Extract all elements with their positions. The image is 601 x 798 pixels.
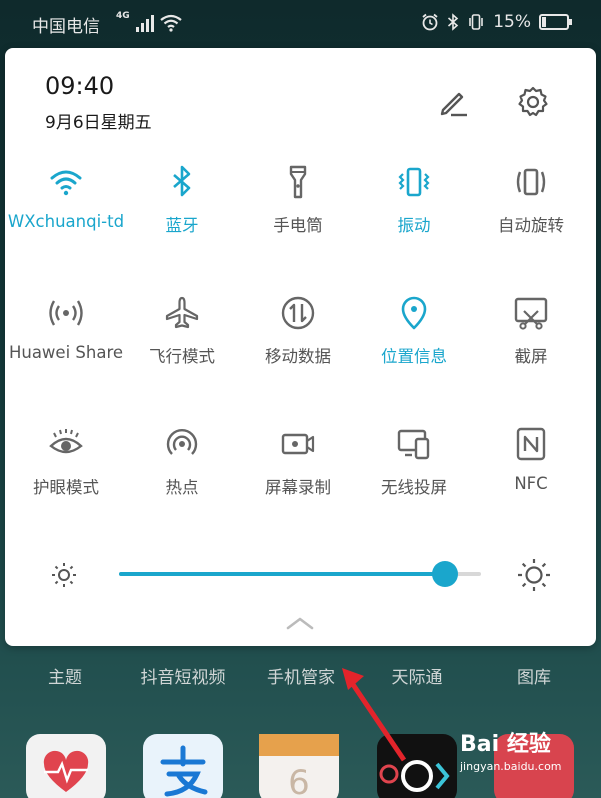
alipay-app-icon[interactable] bbox=[143, 734, 223, 798]
location-icon bbox=[401, 296, 427, 330]
status-right-group: 15% bbox=[421, 12, 572, 32]
airplane-icon bbox=[165, 296, 199, 329]
annotation-arrow-icon bbox=[342, 668, 407, 762]
battery-percent: 15% bbox=[493, 12, 531, 32]
calendar-app-icon[interactable]: 6 bbox=[259, 734, 339, 798]
tile-wifi[interactable]: WXchuanqi-td bbox=[7, 164, 125, 274]
tile-nfc[interactable]: NFC bbox=[472, 426, 590, 536]
brightness-high-icon bbox=[518, 559, 550, 591]
brightness-slider-fill bbox=[119, 572, 445, 576]
gear-icon bbox=[518, 86, 548, 117]
mobile-data-icon bbox=[281, 296, 315, 330]
wireless-projection-icon bbox=[397, 429, 430, 460]
tile-vibrate[interactable]: 振动 bbox=[355, 164, 473, 274]
battery-icon bbox=[539, 14, 572, 30]
tile-label: 无线投屏 bbox=[381, 478, 447, 497]
vibrate-status-icon bbox=[469, 14, 484, 30]
alarm-icon bbox=[422, 13, 438, 31]
home-app-label-theme[interactable]: 主题 bbox=[5, 663, 125, 688]
tile-mobile-data[interactable]: 移动数据 bbox=[239, 295, 357, 405]
network-type: 4G bbox=[116, 11, 130, 21]
brightness-low-icon bbox=[52, 563, 76, 587]
network-indicator: 4G bbox=[116, 12, 182, 32]
tile-flashlight[interactable]: 手电筒 bbox=[239, 164, 357, 274]
signal-icon bbox=[135, 14, 154, 32]
tile-hotspot[interactable]: 热点 bbox=[123, 426, 241, 536]
quick-settings-panel: 09:40 9月6日星期五 WXchuanqi-td 蓝牙 手电筒 振动 自动旋… bbox=[5, 48, 596, 646]
tile-label: 屏幕录制 bbox=[265, 478, 331, 497]
bluetooth-status-icon bbox=[448, 13, 459, 31]
carrier-name: 中国电信 bbox=[32, 17, 100, 37]
vibrate-icon bbox=[398, 167, 430, 197]
pencil-icon bbox=[440, 92, 467, 117]
screenshot-icon bbox=[514, 297, 548, 330]
tile-label: 护眼模式 bbox=[33, 478, 99, 497]
tile-eye-comfort[interactable]: 护眼模式 bbox=[7, 426, 125, 536]
clock-date: 9月6日星期五 bbox=[45, 113, 152, 133]
home-app-label-gallery[interactable]: 图库 bbox=[474, 663, 594, 688]
tile-airplane[interactable]: 飞行模式 bbox=[123, 295, 241, 405]
tile-label: 振动 bbox=[397, 216, 431, 235]
eye-icon bbox=[49, 429, 83, 454]
bluetooth-icon bbox=[173, 165, 191, 197]
tile-auto-rotate[interactable]: 自动旋转 bbox=[472, 164, 590, 274]
heart-icon bbox=[43, 750, 89, 792]
clock-time: 09:40 bbox=[45, 72, 115, 100]
tile-label: 飞行模式 bbox=[149, 347, 215, 366]
nfc-icon bbox=[516, 427, 546, 461]
tile-label: 手电筒 bbox=[273, 216, 323, 235]
home-app-label-douyin[interactable]: 抖音短视频 bbox=[123, 663, 243, 688]
tile-wireless-projection[interactable]: 无线投屏 bbox=[355, 426, 473, 536]
tile-location[interactable]: 位置信息 bbox=[355, 295, 473, 405]
status-bar: 中国电信 4G 15% bbox=[0, 0, 601, 48]
tile-label: NFC bbox=[514, 474, 548, 493]
calendar-icon: 6 bbox=[259, 734, 339, 798]
tile-screenshot[interactable]: 截屏 bbox=[472, 295, 590, 405]
tile-huawei-share[interactable]: Huawei Share bbox=[7, 295, 125, 405]
alipay-icon bbox=[160, 745, 208, 797]
flashlight-icon bbox=[289, 165, 307, 199]
health-app-icon[interactable] bbox=[26, 734, 106, 798]
screen-record-icon bbox=[281, 433, 315, 455]
brightness-slider-thumb[interactable] bbox=[431, 561, 458, 587]
tile-bluetooth[interactable]: 蓝牙 bbox=[123, 164, 241, 274]
auto-rotate-icon bbox=[516, 168, 546, 196]
tile-label: 热点 bbox=[165, 478, 199, 497]
wifi-status-icon bbox=[159, 14, 182, 32]
watermark-url: jingyan.baidu.com bbox=[460, 760, 562, 773]
tile-label: 蓝牙 bbox=[165, 216, 199, 235]
svg-text:6: 6 bbox=[288, 763, 310, 798]
tile-label: 截屏 bbox=[514, 347, 548, 366]
brightness-slider[interactable] bbox=[119, 561, 481, 587]
settings-button[interactable] bbox=[513, 82, 553, 122]
tile-screen-record[interactable]: 屏幕录制 bbox=[239, 426, 357, 536]
huawei-share-icon bbox=[49, 300, 83, 326]
wifi-icon bbox=[50, 170, 82, 196]
baidu-watermark: Bai 经验 jingyan.baidu.com bbox=[460, 726, 562, 773]
collapse-chevron-icon[interactable] bbox=[285, 614, 315, 632]
watermark-brand: Bai 经验 bbox=[460, 732, 551, 757]
tile-label: 位置信息 bbox=[381, 347, 447, 366]
tile-label: Huawei Share bbox=[8, 343, 124, 362]
hotspot-icon bbox=[166, 429, 198, 455]
edit-tiles-button[interactable] bbox=[433, 82, 473, 122]
tile-label: WXchuanqi-td bbox=[7, 212, 125, 231]
tile-label: 自动旋转 bbox=[498, 216, 564, 235]
tile-label: 移动数据 bbox=[265, 347, 331, 366]
